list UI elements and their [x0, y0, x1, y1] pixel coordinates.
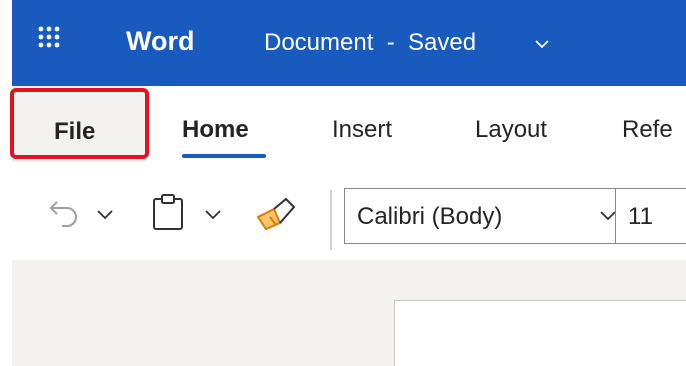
chevron-down-icon[interactable] [600, 211, 616, 221]
undo-icon[interactable] [48, 196, 82, 230]
document-title[interactable]: Document - Saved [264, 31, 476, 55]
tab-layout[interactable]: Layout [475, 118, 547, 142]
word-window: Word Document - Saved File Home Insert L… [0, 0, 686, 366]
tab-home[interactable]: Home [182, 118, 249, 142]
font-name-value: Calibri (Body) [357, 203, 503, 230]
document-canvas [12, 260, 686, 366]
font-size-dropdown[interactable]: 11 [615, 188, 686, 244]
toolbar-divider [330, 190, 332, 250]
ribbon-tabs: File Home Insert Layout Refe [12, 86, 686, 168]
font-name-dropdown[interactable]: Calibri (Body) [344, 188, 632, 244]
left-margin [0, 0, 12, 366]
selected-tab-indicator [182, 154, 266, 158]
app-name[interactable]: Word [126, 28, 195, 55]
title-bar: Word Document - Saved [12, 0, 686, 86]
tab-references[interactable]: Refe [622, 118, 673, 142]
app-launcher-icon[interactable] [38, 26, 60, 48]
ribbon-toolbar: Calibri (Body) 11 [12, 168, 686, 260]
chevron-down-icon[interactable] [97, 210, 113, 220]
format-painter-icon[interactable] [256, 195, 298, 231]
tab-insert[interactable]: Insert [332, 118, 392, 142]
chevron-down-icon[interactable] [205, 210, 221, 220]
chevron-down-icon[interactable] [535, 40, 549, 49]
tab-file[interactable]: File [12, 86, 146, 162]
document-page[interactable] [394, 300, 686, 366]
tab-file-label: File [54, 118, 96, 145]
paste-icon[interactable] [152, 193, 184, 231]
font-size-value: 11 [628, 203, 653, 230]
